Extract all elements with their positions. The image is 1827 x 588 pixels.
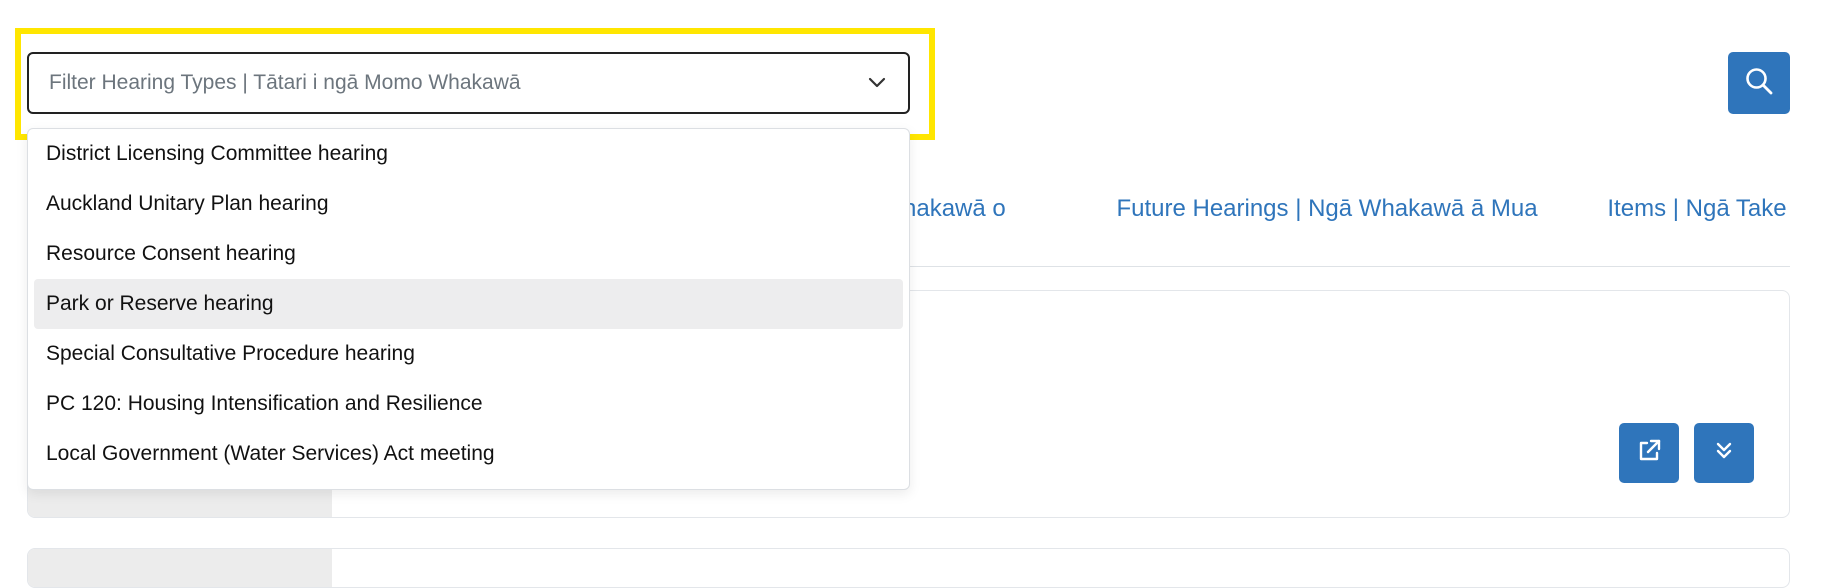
external-link-icon <box>1635 437 1663 470</box>
tab-future-hearings[interactable]: Future Hearings | Ngā Whakawā ā Mua <box>1107 194 1547 224</box>
tab-past-hearings[interactable]: Vhakawā o <box>887 194 1047 224</box>
tab-items[interactable]: Items | Ngā Take <box>1607 194 1787 224</box>
option-special-consultative[interactable]: Special Consultative Procedure hearing <box>34 329 903 379</box>
hearing-type-dropdown-menu: District Licensing Committee hearing Auc… <box>27 128 910 490</box>
option-resource-consent[interactable]: Resource Consent hearing <box>34 229 903 279</box>
chevron-down-icon <box>866 72 888 94</box>
card-date-panel <box>28 549 332 587</box>
expand-details-button[interactable] <box>1694 423 1754 483</box>
option-park-or-reserve[interactable]: Park or Reserve hearing <box>34 279 903 329</box>
option-auckland-unitary-plan[interactable]: Auckland Unitary Plan hearing <box>34 179 903 229</box>
open-external-button[interactable] <box>1619 423 1679 483</box>
search-icon <box>1744 66 1774 101</box>
filter-placeholder: Filter Hearing Types | Tātari i ngā Momo… <box>49 71 521 94</box>
hearing-card-next <box>27 548 1790 588</box>
option-local-government-water[interactable]: Local Government (Water Services) Act me… <box>34 429 903 479</box>
hearing-type-filter-select[interactable]: Filter Hearing Types | Tātari i ngā Momo… <box>27 52 910 114</box>
search-button[interactable] <box>1728 52 1790 114</box>
option-district-licensing[interactable]: District Licensing Committee hearing <box>34 129 903 179</box>
double-chevron-down-icon <box>1713 440 1735 467</box>
option-pc-120[interactable]: PC 120: Housing Intensification and Resi… <box>34 379 903 429</box>
